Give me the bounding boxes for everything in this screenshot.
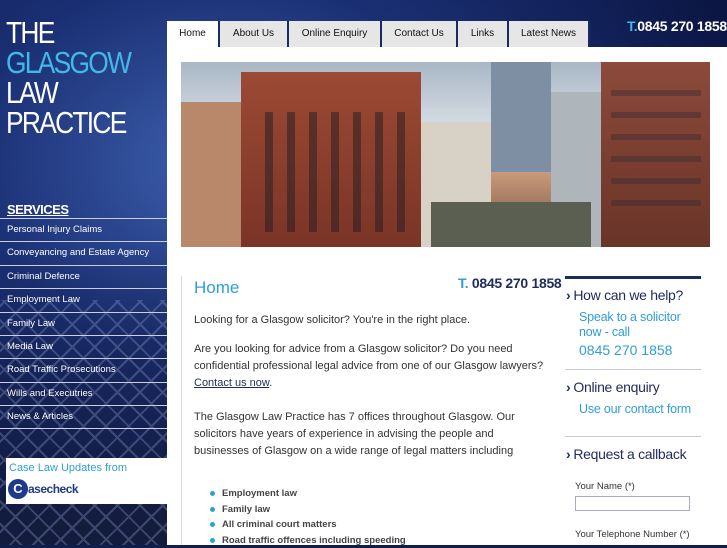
logo-line: LAW [6,78,134,108]
request-callback-heading: ›Request a callback [566,446,686,462]
sidebar-item-criminal-defence[interactable]: Criminal Defence [0,265,167,288]
case-law-box[interactable]: Case Law Updates from Casecheck [6,458,167,504]
main-divider [181,276,182,545]
casecheck-logo-text: asecheck [28,482,78,496]
help-heading: How can we help? [573,287,683,303]
header-phone: T.0845 270 1858 [627,18,727,34]
tab-contact-us[interactable]: Contact Us [382,21,458,47]
logo-line: GLASGOW [6,48,134,78]
advice-paragraph: Are you looking for advice from a Glasgo… [194,341,546,392]
help-phone: 0845 270 1858 [579,342,672,358]
sidebar-item-news[interactable]: News & Articles [0,405,167,428]
phone-prefix: T. [458,275,468,291]
phone-label: Your Telephone Number (*) [575,529,690,540]
main-nav: Home About Us Online Enquiry Contact Us … [167,21,590,47]
hero-image-glasgow-street [181,62,710,247]
how-can-we-help-link[interactable]: ›How can we help? [566,287,683,303]
services-heading: SERVICES [7,202,69,217]
help-subtext: Speak to a solicitor now - call [579,310,697,340]
right-divider [565,436,701,437]
callback-heading: Request a callback [573,446,686,462]
name-field[interactable] [575,496,690,511]
tab-home[interactable]: Home [167,21,220,47]
sidebar-item-media-law[interactable]: Media Law [0,335,167,358]
case-law-title: Case Law Updates from [9,462,127,474]
sidebar-item-wills[interactable]: Wills and Executries [0,382,167,405]
sidebar-item-employment-law[interactable]: Employment Law [0,288,167,311]
phone-prefix: T. [627,18,637,34]
right-divider [565,276,701,279]
list-item: Road traffic offences including speeding [210,533,406,548]
list-item: All criminal court matters [210,517,406,533]
casecheck-logo[interactable]: Casecheck [8,479,112,499]
list-item: Family law [210,502,406,518]
casecheck-c-icon: C [8,479,28,499]
sidebar-item-conveyancing[interactable]: Conveyancing and Estate Agency [0,241,167,264]
tab-about-us[interactable]: About Us [220,21,289,47]
tab-links[interactable]: Links [458,21,509,47]
right-divider [565,369,701,370]
advice-text: Are you looking for advice from a Glasgo… [194,343,543,372]
intro-paragraph: Looking for a Glasgow solicitor? You're … [194,312,546,329]
chevron-right-icon: › [566,287,570,303]
tab-online-enquiry[interactable]: Online Enquiry [289,21,382,47]
list-item: Employment law [210,486,406,502]
name-label: Your Name (*) [575,481,635,492]
phone-number: 0845 270 1858 [472,275,562,291]
online-enquiry-link[interactable]: ›Online enquiry [566,379,659,395]
sidebar-item-road-traffic[interactable]: Road Traffic Prosecutions [0,358,167,381]
logo-line: PRACTICE [6,108,134,138]
phone-number: 0845 270 1858 [637,18,727,34]
tab-latest-news[interactable]: Latest News [509,21,590,47]
services-bullets: Employment law Family law All criminal c… [210,486,406,548]
enquiry-heading: Online enquiry [573,379,659,395]
contact-us-link[interactable]: Contact us now [194,377,269,389]
site-logo[interactable]: THE GLASGOW LAW PRACTICE [6,18,134,138]
chevron-right-icon: › [566,379,570,395]
page-title: Home [194,278,239,298]
chevron-right-icon: › [566,446,570,462]
content-phone: T. 0845 270 1858 [458,275,561,291]
enquiry-subtext: Use our contact form [579,402,691,417]
offices-paragraph: The Glasgow Law Practice has 7 offices t… [194,409,546,460]
logo-line: THE [6,18,134,48]
sidebar-item-personal-injury[interactable]: Personal Injury Claims [0,218,167,241]
services-list: Personal Injury Claims Conveyancing and … [0,218,167,429]
sidebar-item-family-law[interactable]: Family Law [0,312,167,335]
